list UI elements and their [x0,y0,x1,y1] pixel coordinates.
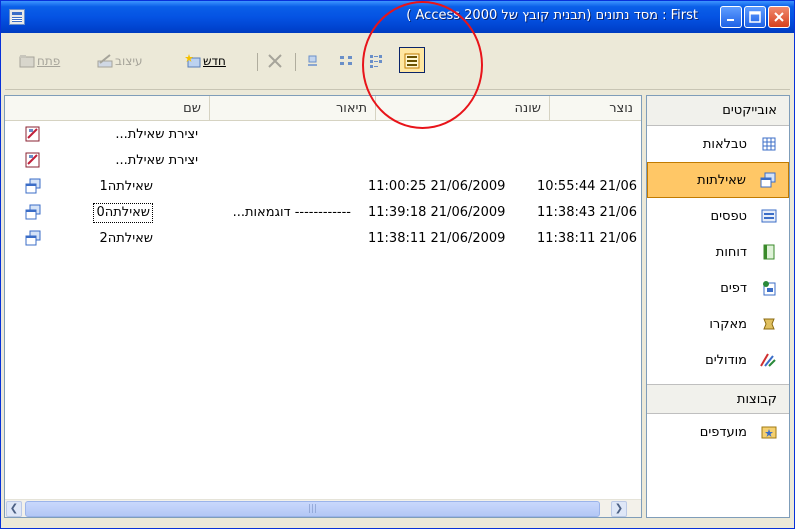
small-icons-icon [339,54,355,68]
item-description: ------------ דוגמאות... [232,205,351,220]
maximize-button[interactable] [744,6,766,28]
objects-header[interactable]: אובייקטים [647,96,789,126]
sidebar-item-label: טפסים [710,208,747,224]
report-icon [761,244,777,260]
main-panel: נוצר שונה תיאור שם יצירת שאילת... יצירת … [4,95,790,518]
delete-x-icon [267,54,283,68]
horizontal-scrollbar[interactable]: ❮ ||| ❯ [5,499,641,517]
item-modified: 11:38:11 21/06/2009 [368,231,506,246]
sidebar-item-label: מאקרו [709,316,747,332]
open-button[interactable]: פתח [19,51,60,71]
item-created: 11:38:11 21/06 [537,231,637,246]
sidebar-item-tables[interactable]: טבלאות [647,126,789,162]
scroll-left-button[interactable]: ❮ [6,501,22,517]
list-header: נוצר שונה תיאור שם [5,96,641,121]
list-item[interactable]: יצירת שאילת... [5,148,641,174]
module-icon [760,352,777,368]
list-item[interactable]: יצירת שאילת... [5,122,641,148]
toolbar-separator [295,53,296,71]
groups-header[interactable]: קבוצות [647,384,789,414]
large-icons-button[interactable] [305,51,321,71]
query-icon [25,204,41,220]
favorites-icon [761,424,777,440]
column-description[interactable]: תיאור [209,96,375,121]
query-wizard-icon [25,126,41,142]
item-created: 11:38:43 21/06 [537,205,637,220]
query-icon [25,178,41,194]
design-label: עיצוב [115,54,143,68]
item-name: שאילתה2 [99,231,153,246]
macro-icon [761,316,777,332]
small-icons-button[interactable] [339,51,355,71]
table-icon [761,136,777,152]
query-wizard-icon [25,152,41,168]
database-window: First : מסד נתונים (תבנית קובץ של Access… [0,0,795,529]
item-name: שאילתה1 [99,179,153,194]
list-item[interactable]: שאילתה2 11:38:11 21/06/2009 11:38:11 21/… [5,226,641,252]
column-created[interactable]: נוצר [549,96,641,121]
object-list[interactable]: נוצר שונה תיאור שם יצירת שאילת... יצירת … [4,95,642,518]
column-name[interactable]: שם [5,96,209,121]
sidebar-item-label: טבלאות [702,136,747,152]
form-icon [761,208,777,224]
list-item[interactable]: שאילתה0 ------------ דוגמאות... 11:39:18… [5,200,641,226]
query-icon [760,172,776,188]
design-button[interactable]: עיצוב [97,51,143,71]
close-button[interactable] [768,6,790,28]
list-item[interactable]: שאילתה1 11:00:25 21/06/2009 10:55:44 21/… [5,174,641,200]
item-modified: 11:39:18 21/06/2009 [368,205,506,220]
item-name: שאילתה0 [93,203,153,223]
sidebar-item-label: דוחות [715,244,747,260]
sidebar-item-queries[interactable]: שאילתות [647,162,789,198]
database-icon[interactable] [9,9,25,25]
sidebar-item-favorites[interactable]: מועדפים [647,414,789,450]
new-label: חדש [203,54,226,68]
toolbar-separator [257,53,258,71]
delete-button[interactable] [267,51,283,71]
sidebar-item-forms[interactable]: טפסים [647,198,789,234]
sidebar-item-label: דפים [720,280,747,296]
new-button[interactable]: חדש [185,51,226,71]
page-icon [761,280,777,296]
scroll-thumb[interactable]: ||| [25,501,600,517]
objects-bar: אובייקטים טבלאות שאילתות טפסים דוחות דפי… [646,95,790,518]
item-modified: 11:00:25 21/06/2009 [368,179,506,194]
design-icon [97,54,113,68]
annotation-circle [362,1,483,129]
sidebar-item-label: מועדפים [699,424,747,440]
open-icon [19,54,35,68]
open-label: פתח [37,54,61,68]
sidebar-item-pages[interactable]: דפים [647,270,789,306]
sidebar-item-reports[interactable]: דוחות [647,234,789,270]
sidebar-item-macros[interactable]: מאקרו [647,306,789,342]
sidebar-item-label: שאילתות [697,172,746,188]
large-icons-icon [305,54,321,68]
sidebar-item-label: מודולים [705,352,747,368]
sidebar-item-modules[interactable]: מודולים [647,342,789,378]
item-name: יצירת שאילת... [115,127,198,142]
query-icon [25,230,41,246]
item-created: 10:55:44 21/06 [537,179,637,194]
minimize-button[interactable] [720,6,742,28]
scroll-right-button[interactable]: ❯ [611,501,627,517]
new-icon [185,54,201,68]
item-name: יצירת שאילת... [115,153,198,168]
